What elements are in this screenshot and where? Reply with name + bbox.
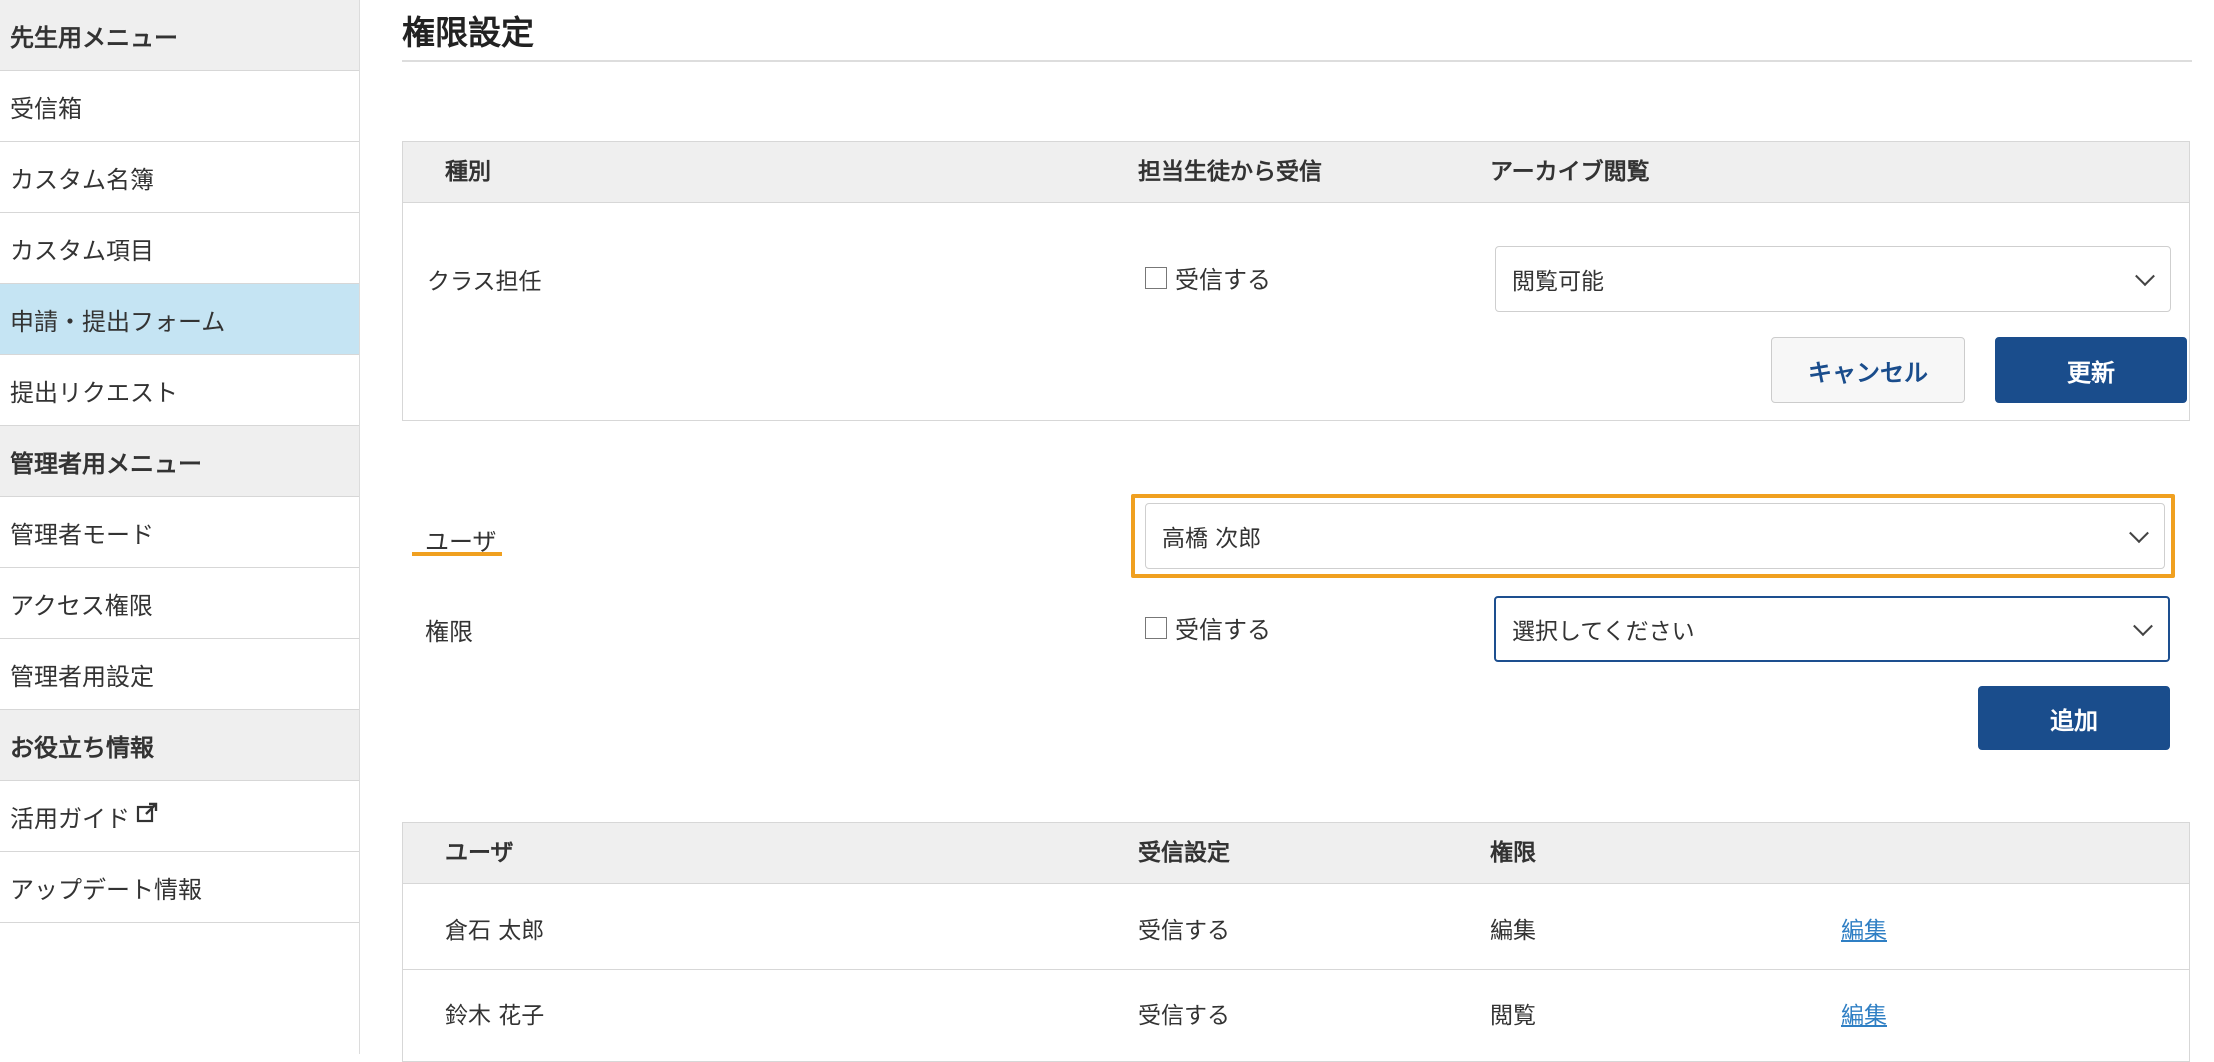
sidebar-item-submission-requests[interactable]: 提出リクエスト (0, 355, 359, 426)
archive-view-select-value: 閲覧可能 (1512, 269, 1604, 295)
sidebar: 先生用メニュー 受信箱 カスタム名簿 カスタム項目 申請・提出フォーム 提出リク… (0, 0, 360, 1054)
sidebar-item-label: 活用ガイド (10, 804, 130, 833)
sidebar-header-admin-menu: 管理者用メニュー (0, 426, 359, 497)
archive-view-select[interactable]: 閲覧可能 (1495, 246, 2171, 312)
sidebar-header-label: 先生用メニュー (10, 23, 178, 52)
sidebar-item-custom-roster[interactable]: カスタム名簿 (0, 142, 359, 213)
edit-link[interactable]: 編集 (1841, 911, 1887, 945)
chevron-down-icon (2133, 616, 2153, 637)
user-select[interactable]: 高橋 次郎 (1145, 503, 2165, 569)
column-header-receive-setting: 受信設定 (1138, 840, 1230, 866)
user-table-header: ユーザ 受信設定 権限 (403, 823, 2189, 884)
permission-field-label: 権限 (425, 618, 473, 646)
type-cell: クラス担任 (427, 269, 542, 295)
sidebar-item-label: 受信箱 (10, 94, 82, 123)
column-header-archive-view: アーカイブ閲覧 (1490, 159, 1650, 185)
type-table: 種別 担当生徒から受信 アーカイブ閲覧 クラス担任 受信する 閲覧可能 キャンセ… (402, 141, 2190, 421)
user-select-value: 高橋 次郎 (1162, 526, 1262, 552)
chevron-down-icon (2135, 266, 2155, 287)
sidebar-item-inbox[interactable]: 受信箱 (0, 71, 359, 142)
sidebar-item-application-forms[interactable]: 申請・提出フォーム (0, 284, 359, 355)
sidebar-header-label: 管理者用メニュー (10, 449, 202, 478)
column-header-receive-from-students: 担当生徒から受信 (1138, 159, 1322, 185)
add-receive-checkbox[interactable] (1145, 616, 1167, 639)
permission-select[interactable]: 選択してください (1494, 596, 2170, 662)
page-title: 権限設定 (402, 13, 534, 52)
column-header-user: ユーザ (445, 840, 514, 866)
sidebar-item-access-permissions[interactable]: アクセス権限 (0, 568, 359, 639)
sidebar-item-admin-settings[interactable]: 管理者用設定 (0, 639, 359, 710)
add-receive-checkbox-row[interactable]: 受信する (1145, 610, 1271, 645)
column-header-permission: 権限 (1490, 840, 1536, 866)
permission-cell: 閲覧 (1490, 1003, 1536, 1029)
sidebar-item-label: 申請・提出フォーム (10, 307, 226, 336)
receive-checkbox-row[interactable]: 受信する (1145, 260, 1271, 295)
title-divider (402, 60, 2192, 62)
sidebar-item-label: アップデート情報 (10, 875, 202, 904)
permission-select-placeholder: 選択してください (1512, 619, 1695, 645)
sidebar-item-label: 管理者用設定 (10, 662, 154, 691)
user-cell: 倉石 太郎 (445, 918, 545, 944)
type-table-header: 種別 担当生徒から受信 アーカイブ閲覧 (403, 142, 2189, 203)
sidebar-header-useful-info: お役立ち情報 (0, 710, 359, 781)
sidebar-item-label: 管理者モード (10, 520, 154, 549)
cancel-button[interactable]: キャンセル (1771, 337, 1965, 403)
receive-checkbox-label: 受信する (1175, 266, 1271, 294)
row-divider (403, 969, 2189, 970)
user-cell: 鈴木 花子 (445, 1003, 545, 1029)
chevron-down-icon (2129, 523, 2149, 544)
sidebar-header-label: お役立ち情報 (10, 733, 154, 762)
receive-checkbox[interactable] (1145, 266, 1167, 289)
receive-cell: 受信する (1138, 918, 1230, 944)
column-header-type: 種別 (445, 159, 491, 185)
sidebar-item-usage-guide[interactable]: 活用ガイド (0, 781, 359, 852)
sidebar-item-update-info[interactable]: アップデート情報 (0, 852, 359, 923)
sidebar-item-admin-mode[interactable]: 管理者モード (0, 497, 359, 568)
edit-link[interactable]: 編集 (1841, 996, 1887, 1030)
update-button[interactable]: 更新 (1995, 337, 2187, 403)
receive-cell: 受信する (1138, 1003, 1230, 1029)
add-button[interactable]: 追加 (1978, 686, 2170, 750)
sidebar-header-teacher-menu: 先生用メニュー (0, 0, 359, 71)
user-table: ユーザ 受信設定 権限 倉石 太郎 受信する 編集 編集 鈴木 花子 受信する … (402, 822, 2190, 1062)
user-label-underline (412, 552, 502, 556)
external-link-icon (136, 802, 158, 830)
sidebar-item-custom-fields[interactable]: カスタム項目 (0, 213, 359, 284)
sidebar-item-label: カスタム名簿 (10, 165, 154, 194)
sidebar-item-label: 提出リクエスト (10, 378, 178, 407)
add-receive-checkbox-label: 受信する (1175, 616, 1271, 644)
sidebar-item-label: アクセス権限 (10, 591, 153, 620)
permission-cell: 編集 (1490, 918, 1536, 944)
sidebar-item-label: カスタム項目 (10, 236, 154, 265)
